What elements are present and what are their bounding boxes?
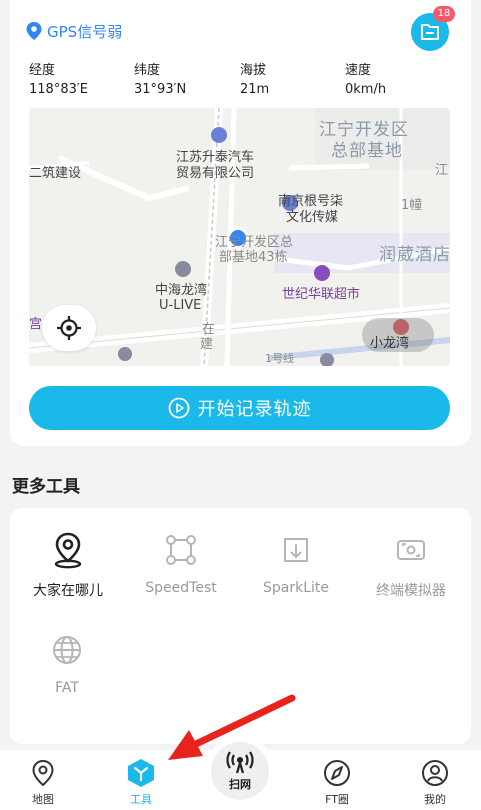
folder-count-badge: 18 [433,6,455,22]
tool-where-is-everyone[interactable]: 大家在哪儿 [13,530,123,600]
tool-sparklite[interactable]: SparkLite [241,530,351,596]
map-label: 江宁开发区 [319,120,409,140]
map-label: 江宁开发区总 [215,235,294,250]
stat-value: 0km/h [345,82,387,97]
stat-value: 31°93′N [134,82,187,97]
stat-value: 21m [240,82,270,97]
map-view[interactable]: 江宁开发区 总部基地 江苏升泰汽车 贸易有限公司 二筑建设 南京根号柒 文化传媒… [29,108,450,366]
tab-label: 地图 [32,793,54,806]
compass-icon [324,760,350,786]
stat-label: 经度 [29,63,56,78]
more-tools-title: 更多工具 [12,477,80,497]
map-label: 文化传媒 [286,210,339,225]
download-box-icon [284,538,308,562]
folder-icon [421,24,439,40]
tool-terminal-simulator[interactable]: 终端模拟器 [356,530,466,600]
stat-speed: 速度 0km/h [345,62,386,99]
broadcast-tower-icon [226,750,254,773]
map-label: 建 [200,337,214,352]
map-label: 江 [435,163,449,178]
map-label: 小龙湾 [370,336,410,351]
map-label: U-LIVE [159,298,202,313]
tool-speedtest[interactable]: SpeedTest [126,530,236,596]
tab-label: 我的 [424,793,446,806]
user-icon [422,760,448,786]
map-label: 中海龙湾 [155,283,208,298]
map-label: 在 [202,322,216,337]
map-label: 二筑建设 [29,166,82,181]
crosshair-icon [57,316,81,340]
stat-altitude: 海拔 21m [240,62,269,99]
more-tools-card: 大家在哪儿 SpeedTest SparkLite 终端模拟器 FAT [10,508,471,744]
stat-label: 纬度 [134,63,161,78]
map-label: 贸易有限公司 [176,166,255,181]
location-pin-icon [26,22,42,40]
tool-name: SpeedTest [145,580,217,596]
start-recording-label: 开始记录轨迹 [197,399,312,420]
map-label: 部基地43栋 [219,250,288,265]
stat-label: 速度 [345,63,372,78]
stat-label: 海拔 [240,63,267,78]
stat-latitude: 纬度 31°93′N [134,62,186,99]
tools-cube-icon [128,759,154,787]
gps-status-text: GPS信号弱 [47,22,123,41]
tool-name: 终端模拟器 [376,583,446,599]
map-label: 南京根号柒 [278,194,344,209]
tab-profile[interactable]: 我的 [400,758,470,807]
map-label: 1幢 [401,198,423,213]
map-label: 润葳酒店 [379,245,450,265]
location-pin-icon [54,532,82,569]
map-pin-icon [32,759,54,787]
map-label: 宫 [29,317,43,332]
tool-name: 大家在哪儿 [33,583,103,599]
gps-status: GPS信号弱 [26,20,122,42]
speed-test-icon [166,535,196,565]
tab-map[interactable]: 地图 [8,758,78,807]
globe-icon [53,636,81,664]
tool-name: SparkLite [262,580,329,596]
tool-name: FAT [55,680,79,696]
start-recording-button[interactable]: 开始记录轨迹 [29,386,450,430]
stat-longitude: 经度 118°83′E [29,62,88,99]
tab-label: 扫网 [229,777,251,791]
tab-label: FT圈 [325,793,349,806]
stat-value: 118°83′E [29,82,89,97]
tab-tools[interactable]: 工具 [106,758,176,807]
tab-label: 工具 [130,793,152,806]
tool-fat[interactable]: FAT [12,630,122,696]
play-circle-icon [168,397,189,419]
gps-stats: 经度 118°83′E 纬度 31°93′N 海拔 21m 速度 0km/h [29,62,449,102]
terminal-sim-icon [397,540,425,560]
tab-scan[interactable]: 扫网 [211,742,269,800]
locate-me-button[interactable] [42,305,96,351]
map-label: 世纪华联超市 [282,287,361,302]
map-label: 江苏升泰汽车 [176,150,255,165]
map-label: 总部基地 [331,141,403,161]
tab-ft-circle[interactable]: FT圈 [302,758,372,807]
map-label: 1号线 [265,352,294,365]
